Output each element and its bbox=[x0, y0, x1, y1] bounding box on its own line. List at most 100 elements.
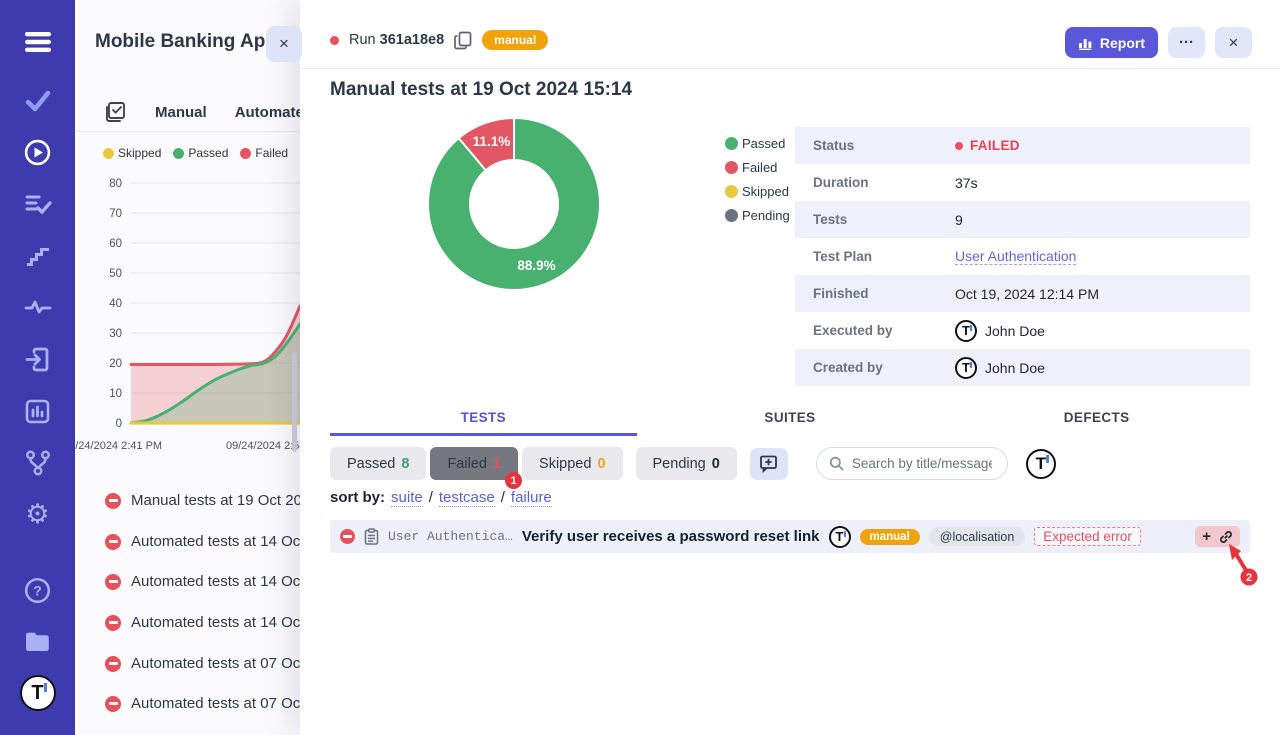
settings-gear-icon[interactable]: ⚙ bbox=[0, 501, 75, 528]
projects-folder-icon[interactable] bbox=[0, 629, 75, 654]
user-filter-avatar[interactable]: T bbox=[1026, 449, 1056, 479]
run-type-badge: manual bbox=[482, 30, 548, 50]
bar-chart-icon bbox=[1078, 36, 1093, 50]
sign-in-icon[interactable] bbox=[0, 346, 75, 373]
filter-skipped-button[interactable]: Skipped0 bbox=[522, 447, 622, 480]
add-icon[interactable]: + bbox=[1202, 529, 1211, 544]
user-avatar: T bbox=[955, 320, 977, 342]
run-list-item[interactable]: Automated tests at 14 Oct 2024 bbox=[105, 533, 300, 550]
tab-tests[interactable]: TESTS bbox=[330, 403, 637, 436]
app-window: ⚙ ? T Mobile Banking App Manual Automate… bbox=[0, 0, 1280, 735]
search-icon bbox=[829, 456, 844, 471]
row-actions[interactable]: + bbox=[1195, 526, 1240, 547]
menu-icon[interactable] bbox=[0, 29, 75, 55]
run-detail-panel: × Run 361a18e8 manual Report ··· × Manua… bbox=[300, 0, 1280, 735]
tab-defects[interactable]: DEFECTS bbox=[943, 403, 1250, 436]
scrollbar-thumb[interactable] bbox=[292, 352, 297, 452]
trend-x-axis: 09/24/2024 2:41 PM 09/24/2024 2:54 PM bbox=[75, 440, 300, 456]
search-input[interactable] bbox=[852, 456, 992, 471]
run-list-item[interactable]: Automated tests at 14 Oct 2024 bbox=[105, 573, 300, 590]
report-button[interactable]: Report bbox=[1065, 27, 1158, 58]
x-tick: 09/24/2024 2:41 PM bbox=[75, 440, 162, 452]
runs-panel: Mobile Banking App Manual Automated Skip… bbox=[75, 0, 300, 735]
svg-text:10: 10 bbox=[109, 388, 122, 400]
table-row: Test Plan User Authentication bbox=[795, 238, 1250, 275]
profile-logo-avatar[interactable]: T bbox=[0, 675, 75, 711]
status-filters: Passed8 Failed1 1 Skipped0 Pending0 T bbox=[330, 447, 1056, 480]
link-icon[interactable] bbox=[1219, 530, 1233, 544]
failed-dot-icon bbox=[725, 161, 738, 174]
clipboard-icon bbox=[364, 528, 379, 545]
table-row: Status FAILED bbox=[795, 127, 1250, 164]
svg-text:11.1%: 11.1% bbox=[473, 134, 511, 149]
failed-status-icon bbox=[105, 696, 121, 712]
svg-text:60: 60 bbox=[109, 238, 122, 250]
suite-name[interactable]: User Authentica… bbox=[388, 529, 513, 544]
run-details-table: Status FAILED Duration 37s Tests 9 Test … bbox=[795, 127, 1250, 386]
sort-row: sort by: suite / testcase / failure bbox=[330, 489, 552, 507]
table-row: Finished Oct 19, 2024 12:14 PM bbox=[795, 275, 1250, 312]
svg-text:20: 20 bbox=[109, 358, 122, 370]
status-badge: FAILED bbox=[955, 138, 1020, 153]
svg-text:40: 40 bbox=[109, 298, 122, 310]
panel-close-button[interactable]: × bbox=[266, 26, 302, 62]
filter-pending-button[interactable]: Pending0 bbox=[636, 447, 737, 480]
test-title[interactable]: Verify user receives a password reset li… bbox=[522, 528, 820, 545]
run-list-item[interactable]: Manual tests at 19 Oct 2024 bbox=[105, 492, 300, 509]
run-failed-dot-icon bbox=[330, 36, 339, 45]
failed-dot-icon bbox=[240, 148, 251, 159]
branches-icon[interactable] bbox=[0, 449, 75, 477]
help-icon[interactable]: ? bbox=[0, 577, 75, 604]
sort-by-testcase-link[interactable]: testcase bbox=[439, 489, 495, 507]
divider bbox=[75, 131, 300, 132]
tag-badge[interactable]: @localisation bbox=[929, 527, 1026, 546]
testomat-logo-icon: T bbox=[20, 675, 56, 711]
svg-text:0: 0 bbox=[116, 418, 122, 430]
add-comment-button[interactable] bbox=[750, 448, 788, 480]
donut-legend: Passed Failed Skipped Pending bbox=[725, 136, 790, 223]
sort-by-suite-link[interactable]: suite bbox=[391, 489, 423, 507]
pulse-icon[interactable] bbox=[0, 296, 75, 318]
run-list-item[interactable]: Automated tests at 07 Oct 2024 bbox=[105, 655, 300, 672]
copy-icon[interactable] bbox=[454, 31, 472, 50]
failed-status-icon bbox=[105, 534, 121, 550]
search-box[interactable] bbox=[816, 447, 1008, 480]
checkmark-icon[interactable] bbox=[0, 89, 75, 113]
filter-passed-button[interactable]: Passed8 bbox=[330, 447, 426, 480]
svg-text:88.9%: 88.9% bbox=[517, 258, 555, 273]
run-list-item[interactable]: Automated tests at 07 Oct 2024 bbox=[105, 695, 300, 712]
sort-by-failure-link[interactable]: failure bbox=[511, 489, 552, 507]
svg-text:?: ? bbox=[33, 583, 42, 599]
test-plan-link[interactable]: User Authentication bbox=[955, 248, 1076, 265]
runs-trend-chart: 01020304050607080 bbox=[81, 178, 300, 430]
tab-suites[interactable]: SUITES bbox=[637, 403, 944, 436]
test-result-row[interactable]: User Authentica… Verify user receives a … bbox=[330, 520, 1250, 553]
more-button[interactable]: ··· bbox=[1168, 27, 1205, 58]
play-circle-icon[interactable] bbox=[0, 139, 75, 166]
icon-rail: ⚙ ? T bbox=[0, 0, 75, 735]
table-row: Tests 9 bbox=[795, 201, 1250, 238]
failed-status-icon bbox=[105, 574, 121, 590]
filter-failed-button[interactable]: Failed1 1 bbox=[430, 447, 518, 480]
tab-automated[interactable]: Automated bbox=[235, 104, 300, 121]
failed-status-icon bbox=[340, 529, 355, 544]
run-list-item[interactable]: Automated tests at 14 Oct 2024 bbox=[105, 614, 300, 631]
run-checklist-icon[interactable] bbox=[103, 100, 127, 124]
table-row: Created by TJohn Doe bbox=[795, 349, 1250, 386]
project-title: Mobile Banking App bbox=[95, 31, 277, 53]
tab-manual[interactable]: Manual bbox=[155, 104, 207, 121]
run-id: Run 361a18e8 bbox=[349, 32, 444, 48]
test-list-icon[interactable] bbox=[0, 192, 75, 216]
x-tick: 09/24/2024 2:54 PM bbox=[226, 440, 300, 452]
error-badge[interactable]: Expected error bbox=[1034, 527, 1141, 546]
failed-status-icon bbox=[105, 615, 121, 631]
steps-icon[interactable] bbox=[0, 244, 75, 270]
reports-icon[interactable] bbox=[0, 398, 75, 425]
skipped-dot-icon bbox=[725, 185, 738, 198]
close-run-button[interactable]: × bbox=[1215, 27, 1252, 58]
svg-text:80: 80 bbox=[109, 178, 122, 190]
skipped-dot-icon bbox=[103, 148, 114, 159]
passed-dot-icon bbox=[725, 137, 738, 150]
test-type-badge: manual bbox=[860, 529, 920, 545]
divider bbox=[300, 68, 1280, 69]
